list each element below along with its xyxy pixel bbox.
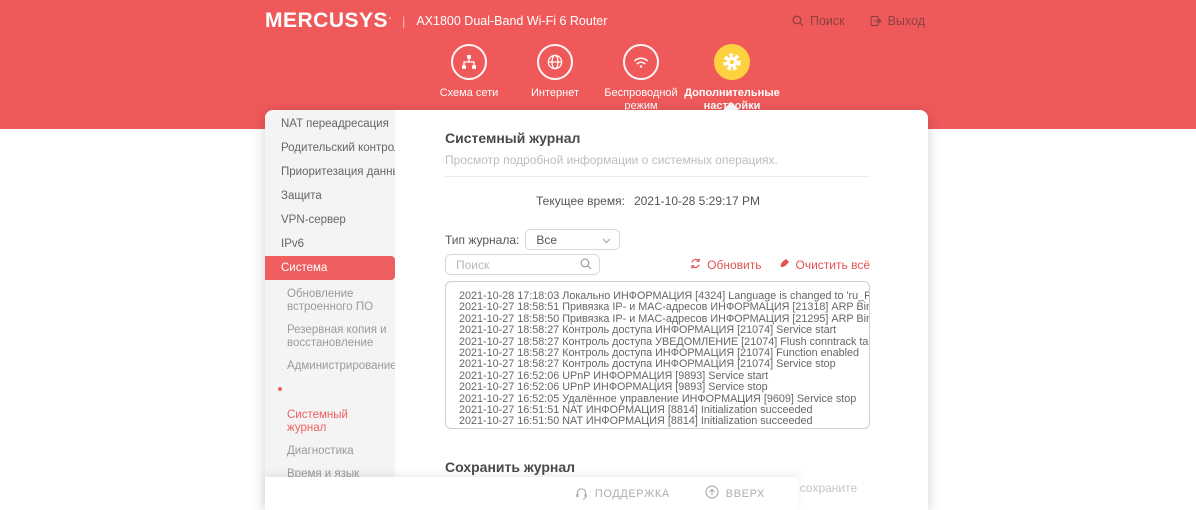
current-time-row: Текущее время: 2021-10-28 5:29:17 PM (536, 194, 870, 208)
refresh-icon (689, 257, 702, 273)
sidebar-item-qos[interactable]: Приоритезация данных (265, 160, 395, 184)
sidebar-item-parental-control[interactable]: Родительский контроль (265, 136, 395, 160)
footer: ПОДДЕРЖКА ВВЕРХ (265, 477, 798, 510)
gear-icon (714, 44, 750, 80)
arrow-up-circle-icon (704, 484, 720, 503)
scroll-to-top-button[interactable]: ВВЕРХ (704, 484, 765, 503)
log-type-select[interactable]: Все (525, 229, 620, 250)
log-entry: 2021-10-27 16:51:50 NAT ИНФОРМАЦИЯ [8814… (459, 416, 863, 427)
page-title: Системный журнал (445, 130, 870, 146)
main-content: Системный журнал Просмотр подробной инфо… (395, 110, 928, 510)
content-card: NAT переадресация Родительский контроль … (265, 110, 928, 510)
log-type-row: Тип журнала: Все (445, 229, 928, 250)
headset-icon (574, 485, 589, 503)
header-search-label: Поиск (810, 14, 845, 28)
save-log-title: Сохранить журнал (445, 459, 870, 475)
scroll-to-top-label: ВВЕРХ (726, 488, 765, 500)
sidebar-item-nat-forwarding[interactable]: NAT переадресация (265, 112, 395, 136)
logout-button[interactable]: Выход (869, 14, 925, 28)
chevron-down-icon (602, 233, 611, 247)
router-admin-page: MERCUSYS ' | AX1800 Dual-Band Wi-Fi 6 Ro… (0, 0, 1196, 510)
sidebar-item-system[interactable]: Система (265, 256, 395, 280)
broom-icon (778, 257, 791, 273)
sidebar-subitem-label: Системный журнал (287, 409, 348, 434)
clear-all-button[interactable]: Очистить всё (778, 257, 870, 273)
sidebar-subitem-administration[interactable]: Администрирование (265, 355, 395, 378)
log-table[interactable]: 2021-10-28 17:18:03 Локально ИНФОРМАЦИЯ … (445, 281, 870, 429)
mercusys-logo: MERCUSYS (265, 9, 388, 33)
log-entry: 2021-10-27 16:52:06 UPnP ИНФОРМАЦИЯ [989… (459, 382, 863, 393)
current-time-value: 2021-10-28 5:29:17 PM (634, 194, 760, 208)
router-model-label: AX1800 Dual-Band Wi-Fi 6 Router (416, 14, 607, 28)
sidebar-submenu: Обновление встроенного ПО Резервная копи… (265, 280, 395, 510)
sidebar-menu: NAT переадресация Родительский контроль … (265, 110, 395, 280)
current-time-label: Текущее время: (536, 194, 625, 208)
log-type-label: Тип журнала: (445, 233, 519, 247)
logo-trademark: ' (389, 16, 391, 27)
log-actions: Обновить Очистить всё (689, 257, 870, 275)
sidebar-item-vpn-server[interactable]: VPN-сервер (265, 208, 395, 232)
sidebar-subitem-backup-restore[interactable]: Резервная копия и восстановление (265, 319, 395, 355)
network-map-icon (451, 44, 487, 80)
search-box (445, 254, 600, 275)
header-search-button[interactable]: Поиск (791, 14, 845, 28)
active-bullet (278, 387, 282, 391)
search-icon (579, 257, 593, 276)
nav-wireless[interactable]: Беспроводной режим (598, 44, 684, 113)
support-label: ПОДДЕРЖКА (595, 488, 670, 500)
sidebar-subitem-firmware-update[interactable]: Обновление встроенного ПО (265, 283, 395, 319)
page-subtitle: Просмотр подробной информации о системны… (445, 153, 870, 177)
nav-label: Интернет (531, 87, 579, 100)
header-brand: MERCUSYS ' | AX1800 Dual-Band Wi-Fi 6 Ro… (265, 0, 607, 42)
top-navigation: Схема сети Интернет (0, 44, 1196, 113)
search-row: Обновить Очистить всё (445, 254, 870, 275)
sidebar: NAT переадресация Родительский контроль … (265, 110, 395, 510)
log-entry: 2021-10-27 18:58:27 Контроль доступа ИНФ… (459, 325, 863, 336)
logout-label: Выход (888, 14, 925, 28)
brand-separator: | (402, 14, 405, 29)
refresh-button[interactable]: Обновить (689, 257, 761, 273)
clear-all-label: Очистить всё (796, 258, 870, 272)
refresh-label: Обновить (707, 258, 761, 272)
log-search-input[interactable] (445, 254, 600, 275)
sidebar-item-security[interactable]: Защита (265, 184, 395, 208)
sidebar-item-ipv6[interactable]: IPv6 (265, 232, 395, 256)
nav-internet[interactable]: Интернет (512, 44, 598, 100)
sidebar-subitem-system-log[interactable]: Системный журнал (265, 378, 395, 440)
log-type-selected-value: Все (536, 233, 557, 247)
header-actions: Поиск Выход (791, 0, 925, 42)
nav-label: Схема сети (440, 87, 499, 100)
support-button[interactable]: ПОДДЕРЖКА (574, 485, 670, 503)
sidebar-subitem-diagnostics[interactable]: Диагностика (265, 440, 395, 463)
logout-icon (869, 14, 883, 28)
nav-network-map[interactable]: Схема сети (426, 44, 512, 100)
search-icon (791, 14, 805, 28)
globe-icon (537, 44, 573, 80)
wifi-icon (623, 44, 659, 80)
